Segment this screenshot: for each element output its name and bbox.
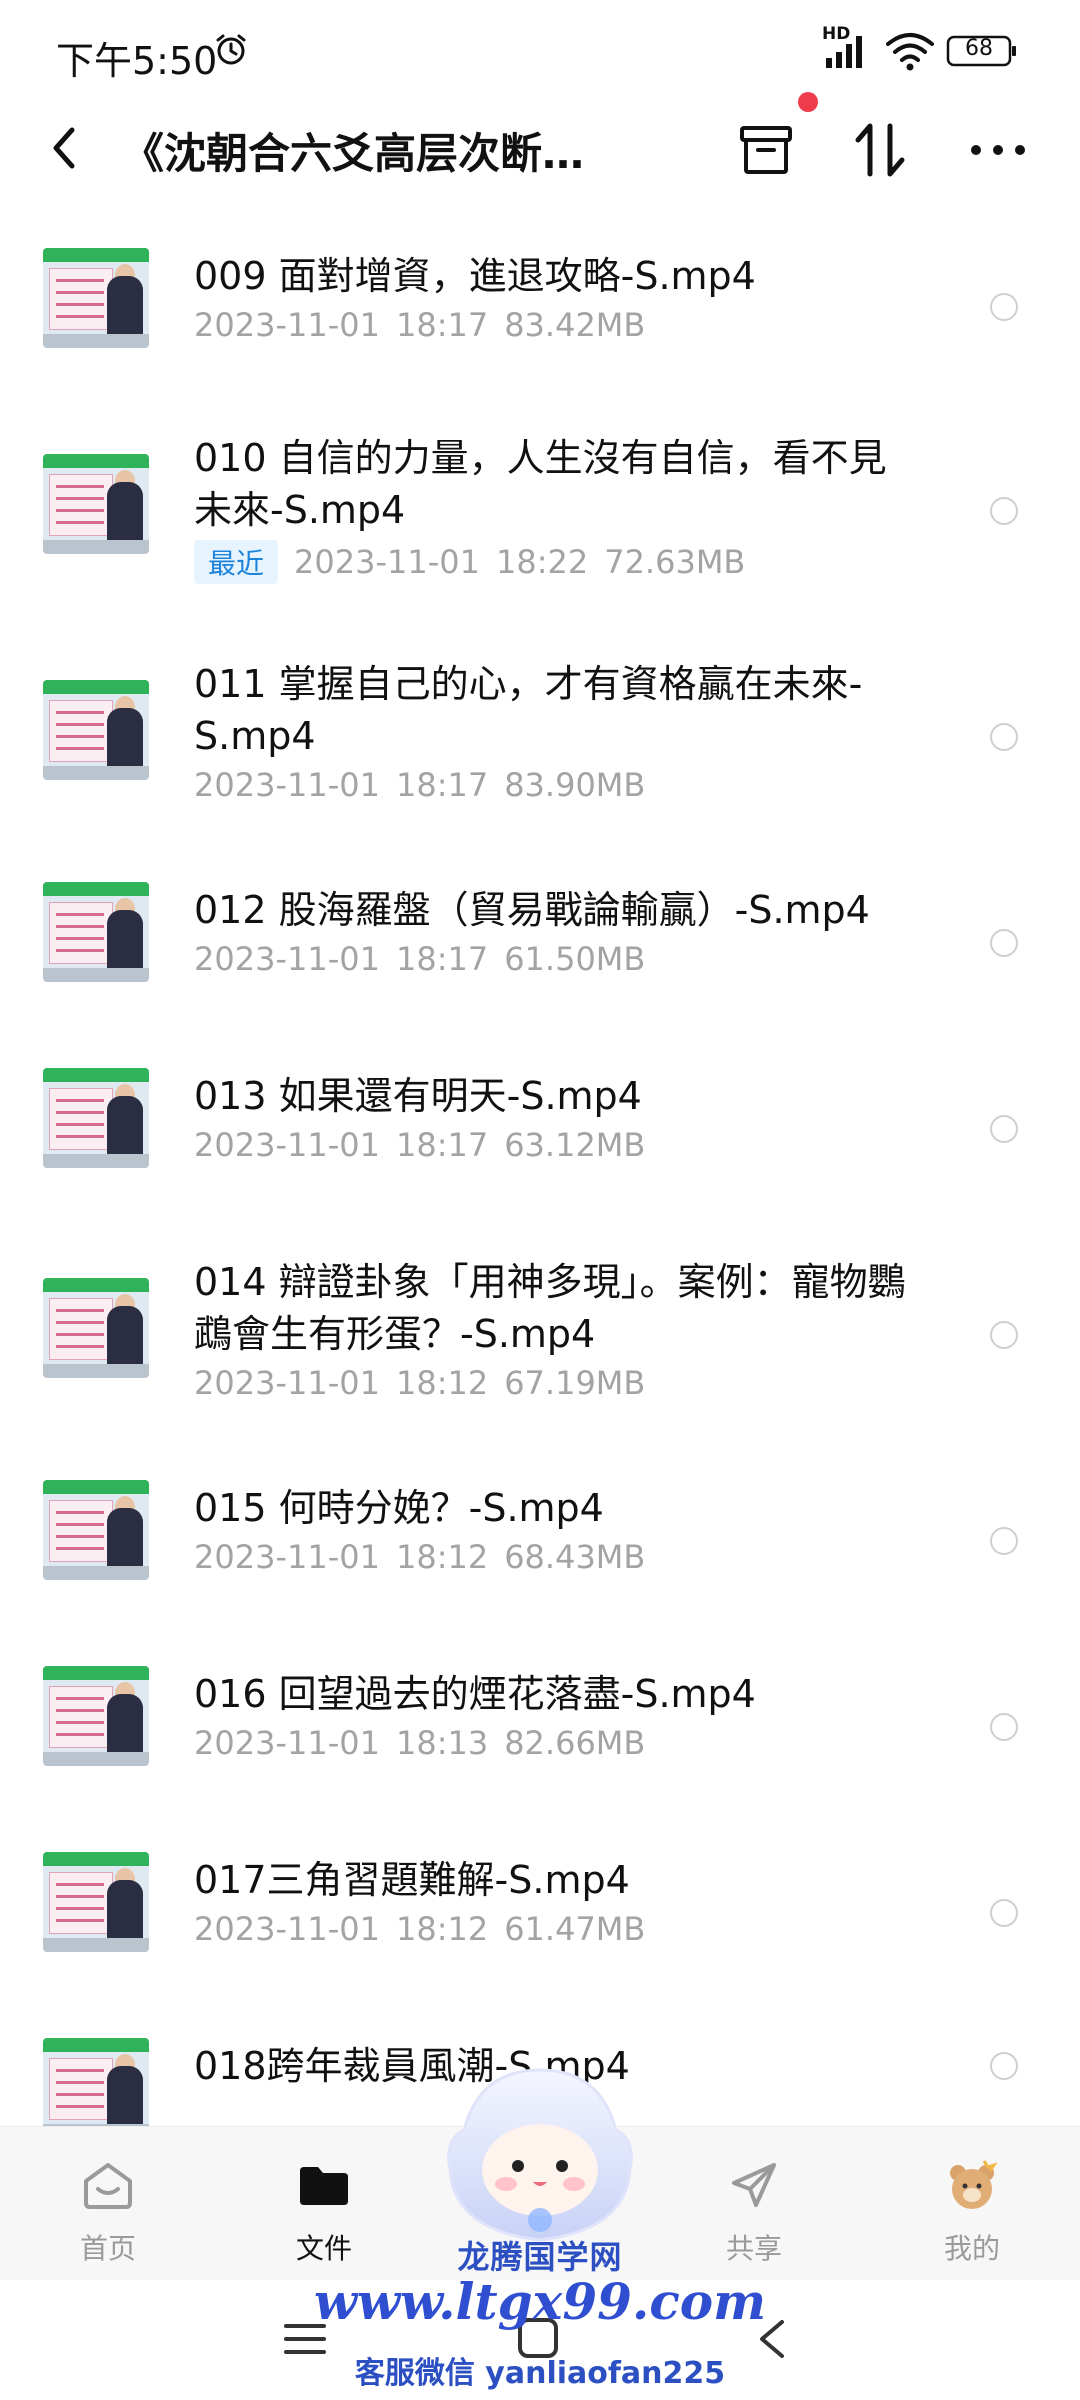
video-thumbnail — [43, 680, 149, 780]
file-meta: 最近 2023-11-01 18:22 72.63MB — [194, 540, 761, 584]
select-radio[interactable] — [990, 1527, 1018, 1555]
folder-icon — [300, 2167, 348, 2205]
select-radio[interactable] — [990, 1115, 1018, 1143]
file-size: 72.63MB — [604, 543, 746, 581]
file-list-item[interactable]: 012 股海羅盤（貿易戰論輸贏）-S.mp4 2023-11-01 18:17 61.… — [0, 844, 1080, 1030]
recent-tag: 最近 — [194, 540, 279, 584]
file-list-item[interactable]: 017三角習題難解-S.mp4 2023-11-01 18:12 61.47MB — [0, 1814, 1080, 2000]
file-date: 2023-11-01 — [194, 1910, 380, 1948]
file-name: 009 面對增資，進退攻略-S.mp4 — [194, 254, 756, 298]
file-meta: 2023-11-01 18:17 61.50MB — [194, 940, 661, 978]
file-time: 18:12 — [395, 1364, 489, 1402]
alarm-clock-icon — [216, 34, 246, 65]
notification-dot — [798, 92, 818, 112]
video-thumbnail — [43, 2038, 149, 2138]
file-size: 82.66MB — [504, 1724, 646, 1762]
video-thumbnail — [43, 454, 149, 554]
file-list-item[interactable]: 009 面對增資，進退攻略-S.mp4 2023-11-01 18:17 83.42M… — [0, 210, 1080, 392]
file-date: 2023-11-01 — [194, 1364, 380, 1402]
file-list-item[interactable]: 010 自信的力量，人生沒有自信，看不見未來-S.mp4 最近 2023-11-01… — [0, 392, 1080, 618]
video-thumbnail — [43, 1068, 149, 1168]
file-meta: 2023-11-01 18:13 82.66MB — [194, 1724, 661, 1762]
file-name: 011 掌握自己的心，才有資格贏在未來-S.mp4 — [194, 662, 863, 758]
select-radio[interactable] — [990, 723, 1018, 751]
file-list-item[interactable]: 016 回望過去的煙花落盡-S.mp4 2023-11-01 18:13 82.66M… — [0, 1628, 1080, 1814]
sort-arrows-icon[interactable] — [844, 114, 916, 186]
file-time: 18:17 — [395, 940, 489, 978]
wifi-icon — [886, 33, 934, 71]
file-size: 63.12MB — [504, 1126, 646, 1164]
video-thumbnail — [43, 1852, 149, 1952]
file-name: 017三角習題難解-S.mp4 — [194, 1858, 630, 1902]
signal-icon — [826, 36, 862, 68]
file-name: 013 如果還有明天-S.mp4 — [194, 1074, 642, 1118]
file-list-item[interactable]: 011 掌握自己的心，才有資格贏在未來-S.mp4 2023-11-01 18:17… — [0, 618, 1080, 844]
video-thumbnail — [43, 1666, 149, 1766]
file-date: 2023-11-01 — [194, 766, 380, 804]
status-time: 下午5:50 — [56, 39, 218, 83]
page-title: 《沈朝合六爻高层次断… — [122, 129, 585, 178]
file-size: 67.19MB — [504, 1364, 646, 1402]
file-name: 010 自信的力量，人生沒有自信，看不見未來-S.mp4 — [194, 436, 887, 532]
battery-level: 68 — [965, 36, 993, 61]
select-radio[interactable] — [990, 1321, 1018, 1349]
select-radio[interactable] — [990, 497, 1018, 525]
file-time: 18:17 — [395, 306, 489, 344]
file-time: 18:12 — [395, 1538, 489, 1576]
watermark-contact: 客服微信 yanliaofan225 — [354, 2356, 726, 2391]
file-list-item[interactable]: 013 如果還有明天-S.mp4 2023-11-01 18:17 63.12MB — [0, 1030, 1080, 1216]
bear-avatar-icon — [950, 2160, 998, 2209]
file-size: 68.43MB — [504, 1538, 646, 1576]
file-time: 18:22 — [495, 543, 589, 581]
file-date: 2023-11-01 — [194, 1724, 380, 1762]
status-bar: 下午5:50 HD 68 — [0, 0, 1080, 100]
file-name: 015 何時分娩？-S.mp4 — [194, 1486, 604, 1530]
select-radio[interactable] — [990, 1899, 1018, 1927]
select-radio[interactable] — [990, 1713, 1018, 1741]
file-time: 18:17 — [395, 766, 489, 804]
file-name: 014 辯證卦象「用神多現」。案例：寵物鸚鵡會生有形蛋？-S.mp4 — [194, 1260, 906, 1356]
watermark-url: www.ltgx99.com — [313, 2272, 767, 2331]
file-date: 2023-11-01 — [194, 306, 380, 344]
file-size: 83.42MB — [504, 306, 646, 344]
video-thumbnail — [43, 882, 149, 982]
file-name: 012 股海羅盤（貿易戰論輸贏）-S.mp4 — [194, 888, 870, 932]
video-thumbnail — [43, 1278, 149, 1378]
file-size: 83.90MB — [504, 766, 646, 804]
file-time: 18:17 — [395, 1126, 489, 1164]
file-meta: 2023-11-01 18:17 83.42MB — [194, 306, 661, 344]
send-icon — [732, 2163, 776, 2207]
file-size: 61.50MB — [504, 940, 646, 978]
file-date: 2023-11-01 — [194, 1126, 380, 1164]
file-meta: 2023-11-01 18:12 67.19MB — [194, 1364, 661, 1402]
video-thumbnail — [43, 1480, 149, 1580]
file-date: 2023-11-01 — [294, 543, 480, 581]
select-radio[interactable] — [990, 2052, 1018, 2080]
file-meta: 2023-11-01 18:12 61.47MB — [194, 1910, 661, 1948]
file-list-item[interactable]: 015 何時分娩？-S.mp4 2023-11-01 18:12 68.43MB — [0, 1442, 1080, 1628]
file-list-item[interactable]: 014 辯證卦象「用神多現」。案例：寵物鸚鵡會生有形蛋？-S.mp4 2023-1… — [0, 1216, 1080, 1442]
select-radio[interactable] — [990, 929, 1018, 957]
file-time: 18:13 — [395, 1724, 489, 1762]
file-date: 2023-11-01 — [194, 1538, 380, 1576]
archive-box-icon[interactable] — [730, 114, 802, 186]
file-meta: 2023-11-01 18:17 63.12MB — [194, 1126, 661, 1164]
file-meta: 2023-11-01 18:17 83.90MB — [194, 766, 661, 804]
more-dots-icon[interactable] — [962, 114, 1034, 186]
select-radio[interactable] — [990, 293, 1018, 321]
file-size: 61.47MB — [504, 1910, 646, 1948]
file-date: 2023-11-01 — [194, 940, 380, 978]
header: 《沈朝合六爻高层次断… — [0, 100, 1080, 200]
file-name: 016 回望過去的煙花落盡-S.mp4 — [194, 1672, 756, 1716]
file-time: 18:12 — [395, 1910, 489, 1948]
file-meta: 2023-11-01 18:12 68.43MB — [194, 1538, 661, 1576]
video-thumbnail — [43, 248, 149, 348]
home-face-icon — [84, 2163, 132, 2209]
back-chevron-icon[interactable] — [40, 118, 90, 178]
